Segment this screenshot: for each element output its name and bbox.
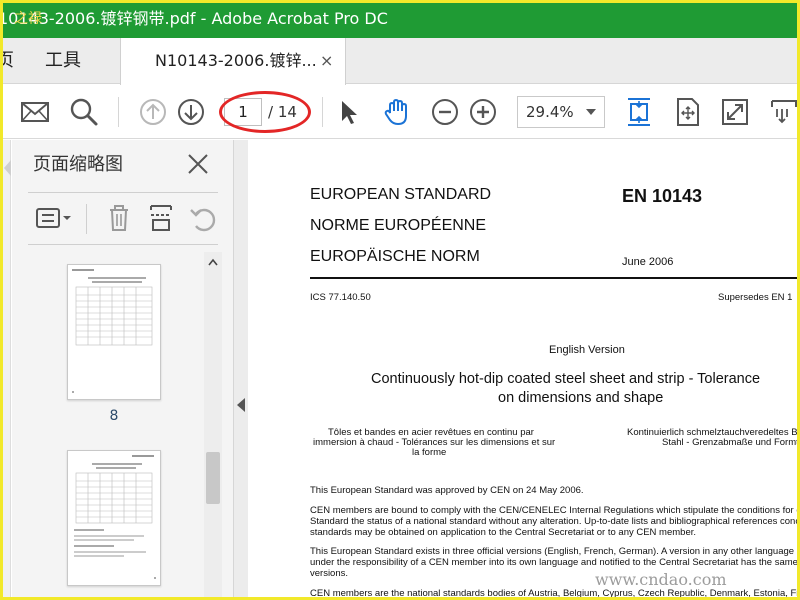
doc-line: la forme (412, 447, 447, 458)
toolbar: 1 / 14 29.4% (0, 85, 800, 139)
thumbnail-options-icon[interactable] (34, 204, 74, 234)
pdf-page: EUROPEAN STANDARD NORME EUROPÉENNE EUROP… (248, 140, 800, 600)
doc-rule (310, 277, 800, 279)
doc-line: Continuously hot-dip coated steel sheet … (371, 371, 761, 387)
undo-icon[interactable] (188, 202, 218, 234)
document-tab-label: N10143-2006.镀锌... (155, 51, 317, 70)
rotate-page-icon[interactable] (670, 95, 704, 129)
insert-page-icon[interactable] (146, 202, 176, 234)
watermark-top: 之禄 (14, 11, 42, 27)
doc-line: Stahl - Grenzabmaße und Formto (662, 437, 800, 448)
panel-divider (28, 244, 218, 245)
toolbar-separator (322, 97, 323, 127)
thumbnails-panel: 页面缩略图 8 (12, 140, 234, 600)
chevron-down-icon (586, 109, 596, 115)
doc-line: EN 10143 (622, 186, 703, 206)
thumbnail-preview (72, 269, 153, 393)
doc-line: This European Standard was approved by C… (310, 485, 584, 496)
chevron-up-icon[interactable] (208, 258, 218, 266)
highlight-oval (219, 91, 311, 133)
more-tools-icon[interactable] (766, 95, 800, 129)
panel-toolbar (28, 198, 228, 240)
menu-home[interactable]: 页 (0, 38, 14, 84)
fullscreen-icon[interactable] (718, 95, 752, 129)
panel-collapse-bar[interactable] (234, 140, 248, 600)
scrollbar-thumb[interactable] (206, 452, 220, 504)
search-icon[interactable] (67, 95, 101, 129)
fit-page-icon[interactable] (622, 95, 656, 129)
thumbnail-preview (74, 455, 156, 579)
doc-line: versions. (310, 568, 349, 579)
next-page-icon[interactable] (174, 95, 208, 129)
zoom-select[interactable]: 29.4% (517, 96, 605, 128)
rail-notch (4, 160, 11, 176)
chevron-left-icon[interactable] (237, 398, 245, 412)
mail-icon[interactable] (18, 95, 52, 129)
close-icon[interactable]: × (320, 38, 333, 84)
doc-line: CEN members are bound to comply with the… (310, 505, 800, 516)
doc-line: English Version (549, 344, 625, 356)
doc-line: under the responsibility of a CEN member… (310, 557, 800, 568)
doc-line: NORME EUROPÉENNE (310, 217, 487, 234)
doc-line: EUROPÄISCHE NORM (310, 248, 480, 265)
window-titlebar: 10143-2006.镀锌钢带.pdf - Adobe Acrobat Pro … (0, 0, 800, 38)
doc-line: ICS 77.140.50 (310, 292, 371, 303)
prev-page-icon[interactable] (136, 95, 170, 129)
doc-line: Supersedes EN 1 (718, 292, 793, 303)
zoom-in-icon[interactable] (466, 95, 500, 129)
panel-title: 页面缩略图 (33, 154, 123, 175)
toolbar-separator (118, 97, 119, 127)
window-title: 10143-2006.镀锌钢带.pdf - Adobe Acrobat Pro … (0, 9, 388, 28)
thumbnail-scrollbar[interactable] (204, 252, 222, 600)
panel-divider (28, 192, 218, 193)
doc-line: Standard the status of a national standa… (310, 516, 800, 527)
document-tab[interactable]: N10143-2006.镀锌... × (120, 38, 346, 85)
watermark: www.cndao.com (595, 570, 727, 589)
doc-line: standards may be obtained on application… (310, 527, 697, 538)
thumbnail-label: 8 (109, 408, 119, 424)
page-thumbnail[interactable] (67, 450, 161, 586)
doc-line: CEN members are the national standards b… (310, 588, 800, 599)
zoom-value: 29.4% (526, 103, 574, 121)
close-icon[interactable] (186, 152, 210, 176)
tools-separator (86, 204, 87, 234)
sidebar-rail (0, 140, 11, 600)
doc-line: on dimensions and shape (498, 390, 664, 406)
document-view[interactable]: EUROPEAN STANDARD NORME EUROPÉENNE EUROP… (248, 140, 800, 600)
select-arrow-icon[interactable] (332, 95, 366, 129)
zoom-out-icon[interactable] (428, 95, 462, 129)
delete-page-icon[interactable] (104, 202, 134, 234)
page-thumbnail[interactable] (67, 264, 161, 400)
menubar: 页 工具 N10143-2006.镀锌... × (0, 38, 800, 85)
menu-tools[interactable]: 工具 (45, 38, 81, 84)
doc-line: This European Standard exists in three o… (310, 546, 800, 557)
doc-line: EUROPEAN STANDARD (310, 186, 492, 203)
hand-icon[interactable] (380, 95, 414, 129)
doc-line: June 2006 (622, 256, 674, 268)
